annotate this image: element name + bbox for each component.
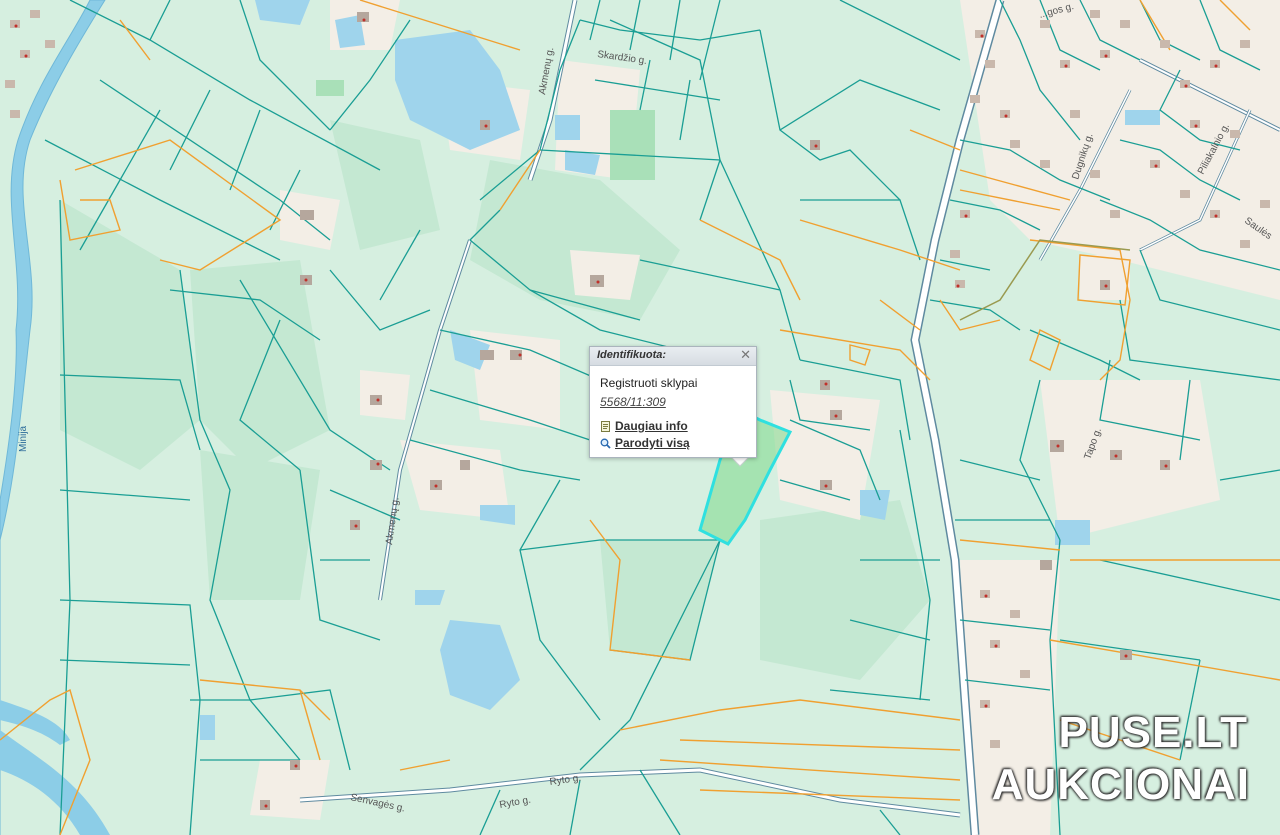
- show-all-link[interactable]: Parodyti visą: [615, 436, 690, 450]
- river-label: Minija: [18, 425, 29, 452]
- watermark-line-2: AUKCIONAI: [991, 760, 1250, 809]
- document-icon: [601, 420, 610, 432]
- magnifier-icon: [600, 438, 611, 449]
- more-info-link[interactable]: Daugiau info: [615, 419, 688, 433]
- identify-popup: Identifikuota: ✕ Registruoti sklypai 556…: [589, 346, 757, 458]
- parcel-number-link[interactable]: 5568/11:309: [600, 395, 666, 409]
- show-all-row[interactable]: Parodyti visą: [600, 436, 690, 450]
- close-icon[interactable]: ✕: [740, 348, 751, 362]
- popup-title: Identifikuota:: [597, 349, 667, 361]
- popup-layer-name: Registruoti sklypai: [600, 376, 698, 390]
- popup-header: Identifikuota: ✕: [590, 347, 756, 366]
- more-info-row[interactable]: Daugiau info: [600, 419, 688, 433]
- watermark-line-1: PUSE.LT: [1058, 708, 1248, 757]
